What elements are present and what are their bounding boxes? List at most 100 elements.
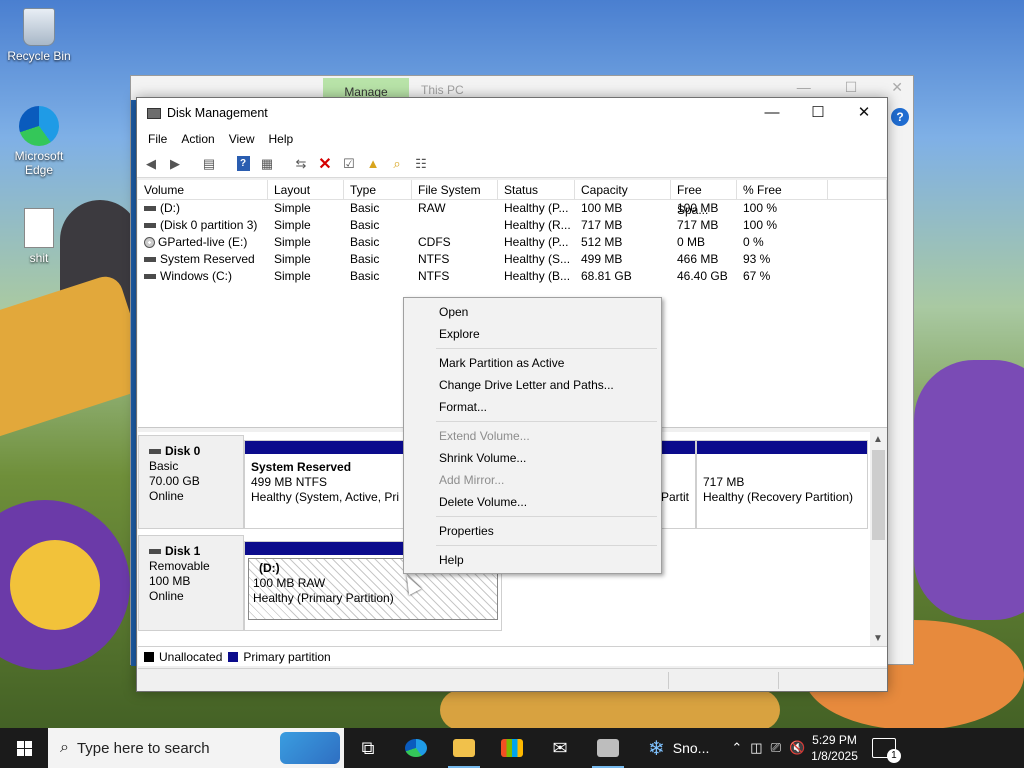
column-header-percent-free[interactable]: % Free [737,180,828,199]
back-arrow-icon[interactable]: ◀ [141,154,161,174]
menu-item-delete-volume[interactable]: Delete Volume... [404,491,661,513]
menu-item-shrink-volume[interactable]: Shrink Volume... [404,447,661,469]
maximize-icon[interactable]: ☐ [845,79,858,96]
disk-1-label[interactable]: Disk 1 Removable 100 MB Online [138,535,244,631]
search-highlight-icon [280,732,340,764]
menu-view[interactable]: View [222,132,262,146]
connect-icon[interactable]: ⇆ [291,154,311,174]
menu-action[interactable]: Action [174,132,221,146]
partition-recovery[interactable]: 717 MB Healthy (Recovery Partition) [696,440,868,529]
volume-status: Healthy (P... [504,201,569,215]
context-menu: Open Explore Mark Partition as Active Ch… [403,297,662,574]
menu-item-change-drive-letter[interactable]: Change Drive Letter and Paths... [404,374,661,396]
console-tree-icon[interactable]: ▤ [199,154,219,174]
status-divider [668,672,669,689]
partition-size: 717 MB [703,475,745,489]
table-row[interactable]: GParted-live (E:) Simple Basic CDFS Heal… [138,234,887,251]
network-icon[interactable]: ⎚ [771,740,781,756]
meet-icon[interactable]: ◫ [750,740,762,756]
minimize-button[interactable]: — [749,98,795,128]
menu-file[interactable]: File [141,132,174,146]
partition-status: Healthy (Recovery Partition) [703,490,854,504]
close-button[interactable]: ✕ [841,98,887,128]
scroll-down-icon[interactable]: ▼ [873,633,883,644]
disk-0-label[interactable]: Disk 0 Basic 70.00 GB Online [138,435,244,529]
desktop-icon-label: shit [29,251,49,265]
column-header-volume[interactable]: Volume [138,180,268,199]
minimize-icon[interactable]: — [797,79,811,96]
desktop-icon-recycle-bin[interactable]: Recycle Bin [1,8,77,63]
legend-unallocated: Unallocated [159,649,223,664]
folder-up-icon[interactable]: ▲ [363,154,383,174]
table-row[interactable]: Windows (C:) Simple Basic NTFS Healthy (… [138,268,887,285]
menu-item-explore[interactable]: Explore [404,323,661,345]
partition-size: 499 MB NTFS [251,475,328,489]
menu-help[interactable]: Help [262,132,301,146]
notification-center-icon[interactable]: 1 [871,738,901,763]
menu-item-format[interactable]: Format... [404,396,661,418]
table-row[interactable]: (Disk 0 partition 3) Simple Basic Health… [138,217,887,234]
column-header-layout[interactable]: Layout [268,180,344,199]
check-icon[interactable]: ☑ [339,154,359,174]
desktop-icon-label: Microsoft Edge [14,149,64,177]
taskbar-store[interactable] [488,728,536,768]
help-icon[interactable]: ? [891,108,909,126]
chevron-up-icon[interactable]: ⌃ [731,740,742,756]
menu-item-properties[interactable]: Properties [404,520,661,542]
volume-layout: Simple [274,218,311,232]
taskbar: ⌕ Type here to search ⧉ ✉ ❄ Sno... ⌃ ◫ ⎚… [0,728,1024,768]
weather-widget[interactable]: ❄ Sno... [648,736,709,761]
menu-item-open[interactable]: Open [404,301,661,323]
view-pane-icon[interactable]: ▦ [257,154,277,174]
status-divider [778,672,779,689]
column-header-status[interactable]: Status [498,180,575,199]
column-header-free-space[interactable]: Free Spa... [671,180,737,217]
delete-icon[interactable]: ✕ [315,154,335,174]
volume-capacity: 499 MB [581,252,623,266]
disk-size: 100 MB [149,574,191,588]
disk-management-icon [597,739,619,757]
system-tray: ⌃ ◫ ⎚ 🔇 [731,740,805,756]
cd-drive-icon [144,237,155,248]
volume-muted-icon[interactable]: 🔇 [789,740,805,756]
drive-icon [144,206,156,211]
disk-state: Online [149,589,184,603]
forward-arrow-icon[interactable]: ▶ [165,154,185,174]
volume-name: System Reserved [160,252,255,266]
task-view-button[interactable]: ⧉ [344,728,392,768]
table-row[interactable]: System Reserved Simple Basic NTFS Health… [138,251,887,268]
partition-system-reserved[interactable]: System Reserved 499 MB NTFS Healthy (Sys… [244,440,406,529]
clock[interactable]: 5:29 PM 1/8/2025 [811,732,858,764]
taskbar-file-explorer[interactable] [440,728,488,768]
volume-capacity: 717 MB [581,218,623,232]
start-button[interactable] [0,728,48,768]
scrollbar-thumb[interactable] [872,450,885,540]
taskbar-edge[interactable] [392,728,440,768]
column-header-capacity[interactable]: Capacity [575,180,671,199]
help-book-icon[interactable]: ? [233,154,253,174]
search-folder-icon[interactable]: ⌕ [387,154,407,174]
menu-item-mark-active[interactable]: Mark Partition as Active [404,352,661,374]
scroll-up-icon[interactable]: ▲ [873,434,883,445]
volume-type: Basic [350,218,380,232]
menu-item-help[interactable]: Help [404,549,661,571]
disk-view-scrollbar[interactable]: ▲ ▼ [870,432,887,646]
volume-list-header: Volume Layout Type File System Status Ca… [138,180,887,217]
volume-capacity: 512 MB [581,235,623,249]
taskbar-mail[interactable]: ✉ [536,728,584,768]
column-header-type[interactable]: Type [344,180,412,199]
column-header-file-system[interactable]: File System [412,180,498,199]
desktop-icon-edge[interactable]: Microsoft Edge [1,106,77,177]
taskbar-search[interactable]: ⌕ Type here to search [48,728,344,768]
maximize-button[interactable]: ☐ [795,98,841,128]
properties-icon[interactable]: ☷ [411,154,431,174]
close-icon[interactable]: ✕ [891,79,903,96]
toolbar-separator [189,154,195,174]
edge-icon [19,106,59,146]
desktop-icon-text-file[interactable]: shit [1,208,77,265]
volume-pct-free: 0 % [743,235,764,249]
table-row[interactable]: (D:) Simple Basic RAW Healthy (P... 100 … [138,200,887,217]
menu-item-add-mirror: Add Mirror... [439,473,505,487]
clock-date: 1/8/2025 [811,749,858,763]
taskbar-disk-management[interactable] [584,728,632,768]
